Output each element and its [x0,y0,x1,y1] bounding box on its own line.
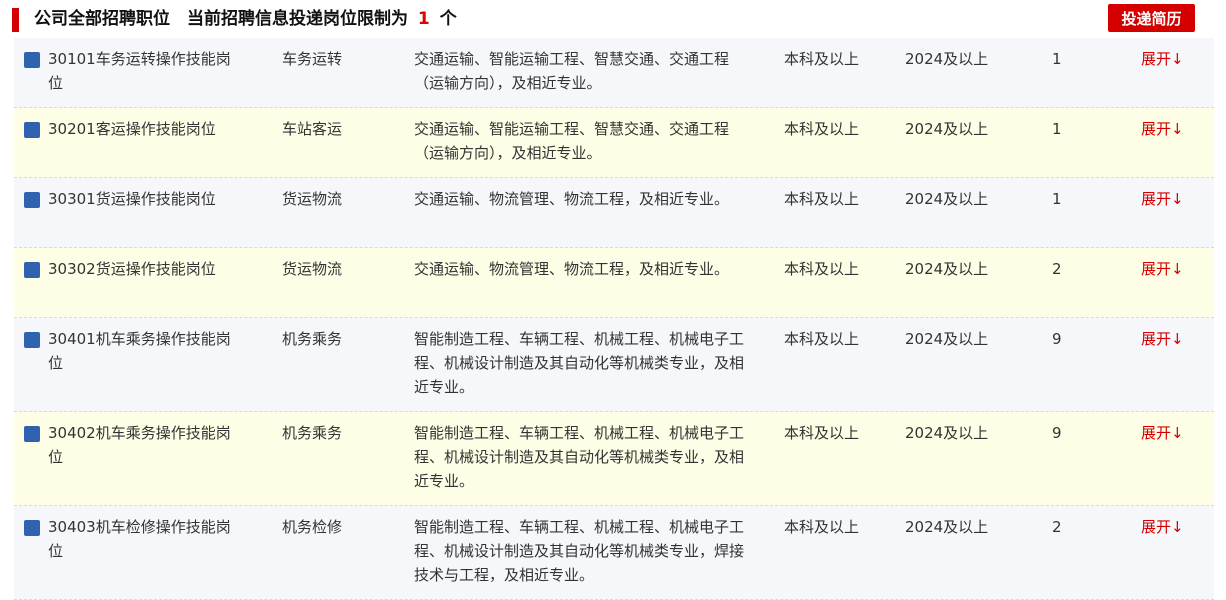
job-year: 2024及以上 [905,120,989,138]
expand-link[interactable]: 展开↓ [1141,187,1201,211]
job-name[interactable]: 30403机车检修操作技能岗位 [48,515,243,563]
job-type: 货运物流 [282,260,343,278]
expand-link[interactable]: 展开↓ [1141,47,1201,71]
title-prefix: 公司全部招聘职位 当前招聘信息投递岗位限制为 [34,9,408,29]
table-row: 30301货运操作技能岗位 货运物流 交通运输、物流管理、物流工程，及相近专业。 本科… [14,178,1214,248]
job-year: 2024及以上 [905,190,989,208]
job-education: 本科及以上 [784,518,860,536]
table-row: 30302货运操作技能岗位 货运物流 交通运输、物流管理、物流工程，及相近专业。 本科… [14,248,1214,318]
job-year: 2024及以上 [905,260,989,278]
job-education: 本科及以上 [784,330,860,348]
job-year: 2024及以上 [905,424,989,442]
expand-link[interactable]: 展开↓ [1141,257,1201,281]
expand-link[interactable]: 展开↓ [1141,117,1201,141]
table-row: 30403机车检修操作技能岗位 机务检修 智能制造工程、车辆工程、机械工程、机械电子… [14,506,1214,600]
job-major: 交通运输、智能运输工程、智慧交通、交通工程（运输方向），及相近专业。 [414,50,730,92]
header: 公司全部招聘职位 当前招聘信息投递岗位限制为 1 个 投递简历 [0,0,1226,38]
job-count: 1 [1052,120,1062,138]
job-name[interactable]: 30302货运操作技能岗位 [48,257,243,281]
title-accent-bar [12,8,19,32]
job-year: 2024及以上 [905,50,989,68]
job-name[interactable]: 30201客运操作技能岗位 [48,117,243,141]
page-title: 公司全部招聘职位 当前招聘信息投递岗位限制为 1 个 [34,8,457,30]
row-square-icon [24,426,40,442]
job-major: 智能制造工程、车辆工程、机械工程、机械电子工程、机械设计制造及其自动化等机械类专… [414,424,745,490]
job-count: 9 [1052,424,1062,442]
job-type: 机务乘务 [282,330,343,348]
row-square-icon [24,122,40,138]
table-row: 30101车务运转操作技能岗位 车务运转 交通运输、智能运输工程、智慧交通、交通工程… [14,38,1214,108]
job-count: 1 [1052,50,1062,68]
job-major: 交通运输、智能运输工程、智慧交通、交通工程（运输方向），及相近专业。 [414,120,730,162]
job-count: 1 [1052,190,1062,208]
job-type: 机务检修 [282,518,343,536]
job-name[interactable]: 30301货运操作技能岗位 [48,187,243,211]
job-education: 本科及以上 [784,424,860,442]
row-square-icon [24,332,40,348]
job-education: 本科及以上 [784,120,860,138]
job-type: 车站客运 [282,120,343,138]
table-row: 30401机车乘务操作技能岗位 机务乘务 智能制造工程、车辆工程、机械工程、机械电子… [14,318,1214,412]
limit-count: 1 [417,9,430,29]
job-name[interactable]: 30402机车乘务操作技能岗位 [48,421,243,469]
job-education: 本科及以上 [784,260,860,278]
expand-link[interactable]: 展开↓ [1141,421,1201,445]
row-square-icon [24,262,40,278]
row-square-icon [24,192,40,208]
job-count: 9 [1052,330,1062,348]
limit-unit: 个 [439,9,457,29]
job-type: 车务运转 [282,50,343,68]
job-name[interactable]: 30101车务运转操作技能岗位 [48,47,243,95]
job-major: 智能制造工程、车辆工程、机械工程、机械电子工程、机械设计制造及其自动化等机械类专… [414,330,745,396]
table-row: 30402机车乘务操作技能岗位 机务乘务 智能制造工程、车辆工程、机械工程、机械电子… [14,412,1214,506]
job-year: 2024及以上 [905,330,989,348]
row-square-icon [24,52,40,68]
job-table: 30101车务运转操作技能岗位 车务运转 交通运输、智能运输工程、智慧交通、交通工程… [14,38,1214,600]
job-major: 交通运输、物流管理、物流工程，及相近专业。 [414,190,730,208]
job-education: 本科及以上 [784,190,860,208]
job-education: 本科及以上 [784,50,860,68]
expand-link[interactable]: 展开↓ [1141,515,1201,539]
apply-resume-button[interactable]: 投递简历 [1108,4,1195,32]
row-square-icon [24,520,40,536]
expand-link[interactable]: 展开↓ [1141,327,1201,351]
table-row: 30201客运操作技能岗位 车站客运 交通运输、智能运输工程、智慧交通、交通工程（运… [14,108,1214,178]
job-name[interactable]: 30401机车乘务操作技能岗位 [48,327,243,375]
job-count: 2 [1052,260,1062,278]
job-type: 机务乘务 [282,424,343,442]
job-count: 2 [1052,518,1062,536]
job-major: 交通运输、物流管理、物流工程，及相近专业。 [414,260,730,278]
job-year: 2024及以上 [905,518,989,536]
job-type: 货运物流 [282,190,343,208]
job-major: 智能制造工程、车辆工程、机械工程、机械电子工程、机械设计制造及其自动化等机械类专… [414,518,745,584]
